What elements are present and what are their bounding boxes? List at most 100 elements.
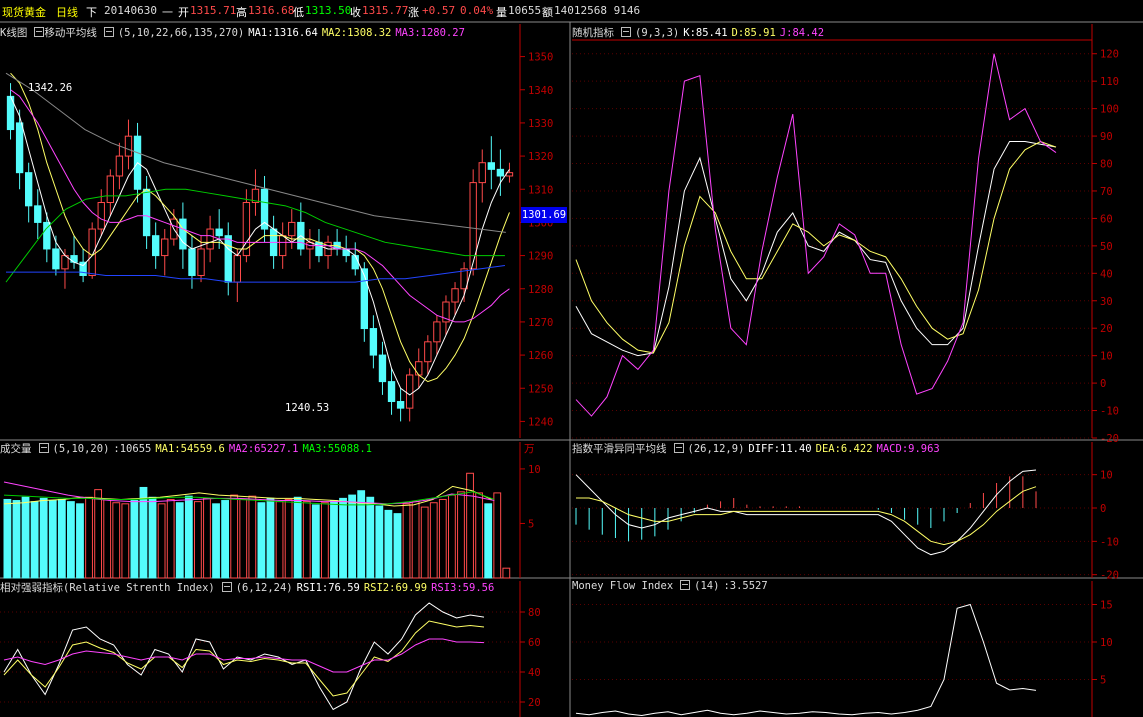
candle-body <box>70 255 78 263</box>
collapse-icon[interactable] <box>103 27 114 37</box>
kdj-line <box>575 141 1057 357</box>
volume-bar <box>484 503 493 579</box>
y-tick-label: -20 <box>1100 570 1119 582</box>
y-tick-label: 40 <box>1100 268 1113 280</box>
y-tick-label: 90 <box>1100 131 1113 143</box>
diff-value: DIFF:11.40 <box>748 443 812 455</box>
y-tick-label: 70 <box>1100 186 1113 198</box>
rsi1-value: RSI1:76.59 <box>296 582 360 594</box>
volume-bar <box>12 500 21 579</box>
candle-body <box>52 248 60 270</box>
mfi-line <box>575 603 1037 717</box>
candle-body <box>378 354 387 383</box>
collapse-icon[interactable] <box>680 580 691 590</box>
volume-bar <box>175 502 184 579</box>
mfi-value: :3.5527 <box>723 580 768 592</box>
volume-bar <box>357 490 366 579</box>
volume-bar <box>194 501 202 579</box>
volume-bar <box>221 500 230 579</box>
candle-body <box>433 321 441 343</box>
y-tick-label: 1340 <box>528 85 553 97</box>
volume-bar <box>493 492 502 579</box>
mfi-title[interactable]: Money Flow Index <box>572 580 673 592</box>
low-annotation: 1240.53 <box>285 402 330 414</box>
volume-bar <box>30 501 39 579</box>
candle-body <box>15 122 24 174</box>
candle-body <box>415 361 423 376</box>
volume-bar <box>275 501 284 579</box>
volume-bar <box>112 502 121 579</box>
rsi3-value: RSI3:59.56 <box>431 582 495 594</box>
y-tick-label: 100 <box>1100 104 1119 116</box>
volume-bar <box>339 497 347 579</box>
candle-body <box>115 155 124 177</box>
volume-bar <box>311 504 320 579</box>
volume-bar <box>475 492 484 579</box>
volume-bar <box>121 503 130 579</box>
d-value: D:85.91 <box>731 27 776 39</box>
volume-bar <box>257 502 266 579</box>
candle-body <box>451 288 459 303</box>
volume-bar <box>48 500 57 579</box>
rsi-title[interactable]: 相对强弱指标(Relative Strenth Index) <box>0 582 215 594</box>
candle-body <box>424 341 432 363</box>
volume-bar <box>457 491 465 579</box>
y-tick-label: 110 <box>1100 76 1119 88</box>
macd-value: MACD:9.963 <box>876 443 940 455</box>
y-tick-label: 60 <box>1100 213 1113 225</box>
chart-canvas[interactable]: 1240125012601270128012901300131013201330… <box>0 0 1143 717</box>
y-tick-label: 0 <box>1100 378 1106 390</box>
volume-bar <box>239 498 248 579</box>
macd-title[interactable]: 指数平滑异同平均线 <box>572 443 667 455</box>
volume-bar <box>448 494 456 579</box>
volume-bar <box>393 513 402 579</box>
ma-title[interactable]: 移动平均线 <box>44 27 97 39</box>
volume-bar <box>502 567 511 579</box>
y-tick-label: 1320 <box>528 151 553 163</box>
y-tick-label: 1260 <box>528 350 553 362</box>
volume-header: 成交量 (5,10,20):10655 MA1:54559.6 MA2:65227.1… <box>0 441 376 457</box>
candle-body <box>496 168 505 177</box>
candle-body <box>97 202 105 230</box>
y-tick-label: 1350 <box>528 52 553 64</box>
vol-ma3: MA3:55088.1 <box>302 443 372 455</box>
volume-bar <box>76 503 84 579</box>
y-tick-label: 1250 <box>528 383 553 395</box>
volume-title[interactable]: 成交量 <box>0 443 32 455</box>
volume-bar <box>85 496 93 579</box>
dea-line <box>576 486 1037 546</box>
dea-value: DEA:6.422 <box>815 443 873 455</box>
candle-body <box>25 172 33 207</box>
candle-body <box>387 381 396 403</box>
high-annotation: 1342.26 <box>28 82 73 94</box>
y-tick-label: 5 <box>1100 675 1106 687</box>
volume-bar <box>203 497 211 579</box>
y-tick-label: 50 <box>1100 241 1113 253</box>
y-tick-label: 20 <box>528 697 541 709</box>
volume-bar <box>302 501 311 579</box>
diff-line <box>575 469 1037 556</box>
volume-bar <box>293 496 302 579</box>
volume-bar <box>130 500 139 579</box>
volume-bar <box>348 494 357 579</box>
kdj-title[interactable]: 随机指标 <box>572 27 614 39</box>
volume-bar <box>212 503 220 579</box>
volume-bar <box>139 486 148 579</box>
collapse-icon[interactable] <box>34 27 45 37</box>
collapse-icon[interactable] <box>673 443 684 453</box>
collapse-icon[interactable] <box>221 582 232 592</box>
volume-bar <box>148 496 157 579</box>
volume-bar <box>402 503 411 579</box>
candle-body <box>233 255 241 283</box>
collapse-icon[interactable] <box>38 443 49 453</box>
volume-bar <box>39 497 48 579</box>
y-tick-label: 30 <box>1100 296 1113 308</box>
collapse-icon[interactable] <box>621 27 631 37</box>
volume-bar <box>284 498 293 579</box>
y-tick-label: 1310 <box>528 184 553 196</box>
volume-bar <box>230 494 239 579</box>
candle-body <box>279 235 287 257</box>
kline-title[interactable]: K线图 <box>0 27 27 39</box>
kline-header: K线图 移动平均线 (5,10,22,66,135,270) MA1:1316.64 M… <box>0 25 469 41</box>
volume-bar <box>466 472 474 579</box>
